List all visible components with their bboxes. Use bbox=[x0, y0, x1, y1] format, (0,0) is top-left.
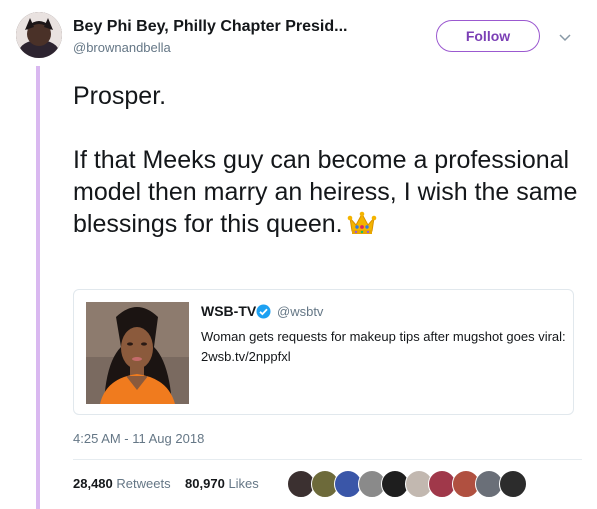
likes-label: Likes bbox=[228, 476, 259, 491]
likes-stat[interactable]: 80,970 Likes bbox=[185, 476, 259, 491]
quoted-author-name[interactable]: WSB-TV bbox=[201, 303, 256, 319]
quoted-tweet-text: Woman gets requests for makeup tips afte… bbox=[201, 329, 566, 364]
follow-button[interactable]: Follow bbox=[436, 20, 540, 52]
quoted-tweet-image bbox=[86, 302, 189, 404]
user-handle[interactable]: @brownandbella bbox=[73, 40, 171, 55]
likes-count: 80,970 bbox=[185, 476, 225, 491]
crown-icon bbox=[347, 210, 377, 236]
display-name[interactable]: Bey Phi Bey, Philly Chapter Presid... bbox=[73, 18, 347, 36]
verified-badge-icon bbox=[256, 304, 271, 319]
quoted-tweet-card[interactable]: WSB-TV @wsbtv Woman gets requests for ma… bbox=[73, 289, 574, 415]
avatar[interactable] bbox=[16, 12, 62, 58]
tweet-body: Prosper. If that Meeks guy can become a … bbox=[73, 82, 578, 238]
tweet-stats: 28,480 Retweets 80,970 Likes bbox=[73, 476, 259, 491]
tweet-text: Prosper. If that Meeks guy can become a … bbox=[73, 80, 583, 240]
divider bbox=[73, 459, 582, 460]
retweets-count: 28,480 bbox=[73, 476, 113, 491]
timestamp[interactable]: 4:25 AM - 11 Aug 2018 bbox=[73, 431, 204, 446]
quoted-author-handle[interactable]: @wsbtv bbox=[277, 304, 323, 319]
chevron-down-icon[interactable] bbox=[556, 28, 574, 46]
liker-avatar[interactable] bbox=[498, 470, 527, 498]
retweets-stat[interactable]: 28,480 Retweets bbox=[73, 476, 171, 491]
retweets-label: Retweets bbox=[116, 476, 171, 491]
thread-line bbox=[36, 66, 40, 509]
